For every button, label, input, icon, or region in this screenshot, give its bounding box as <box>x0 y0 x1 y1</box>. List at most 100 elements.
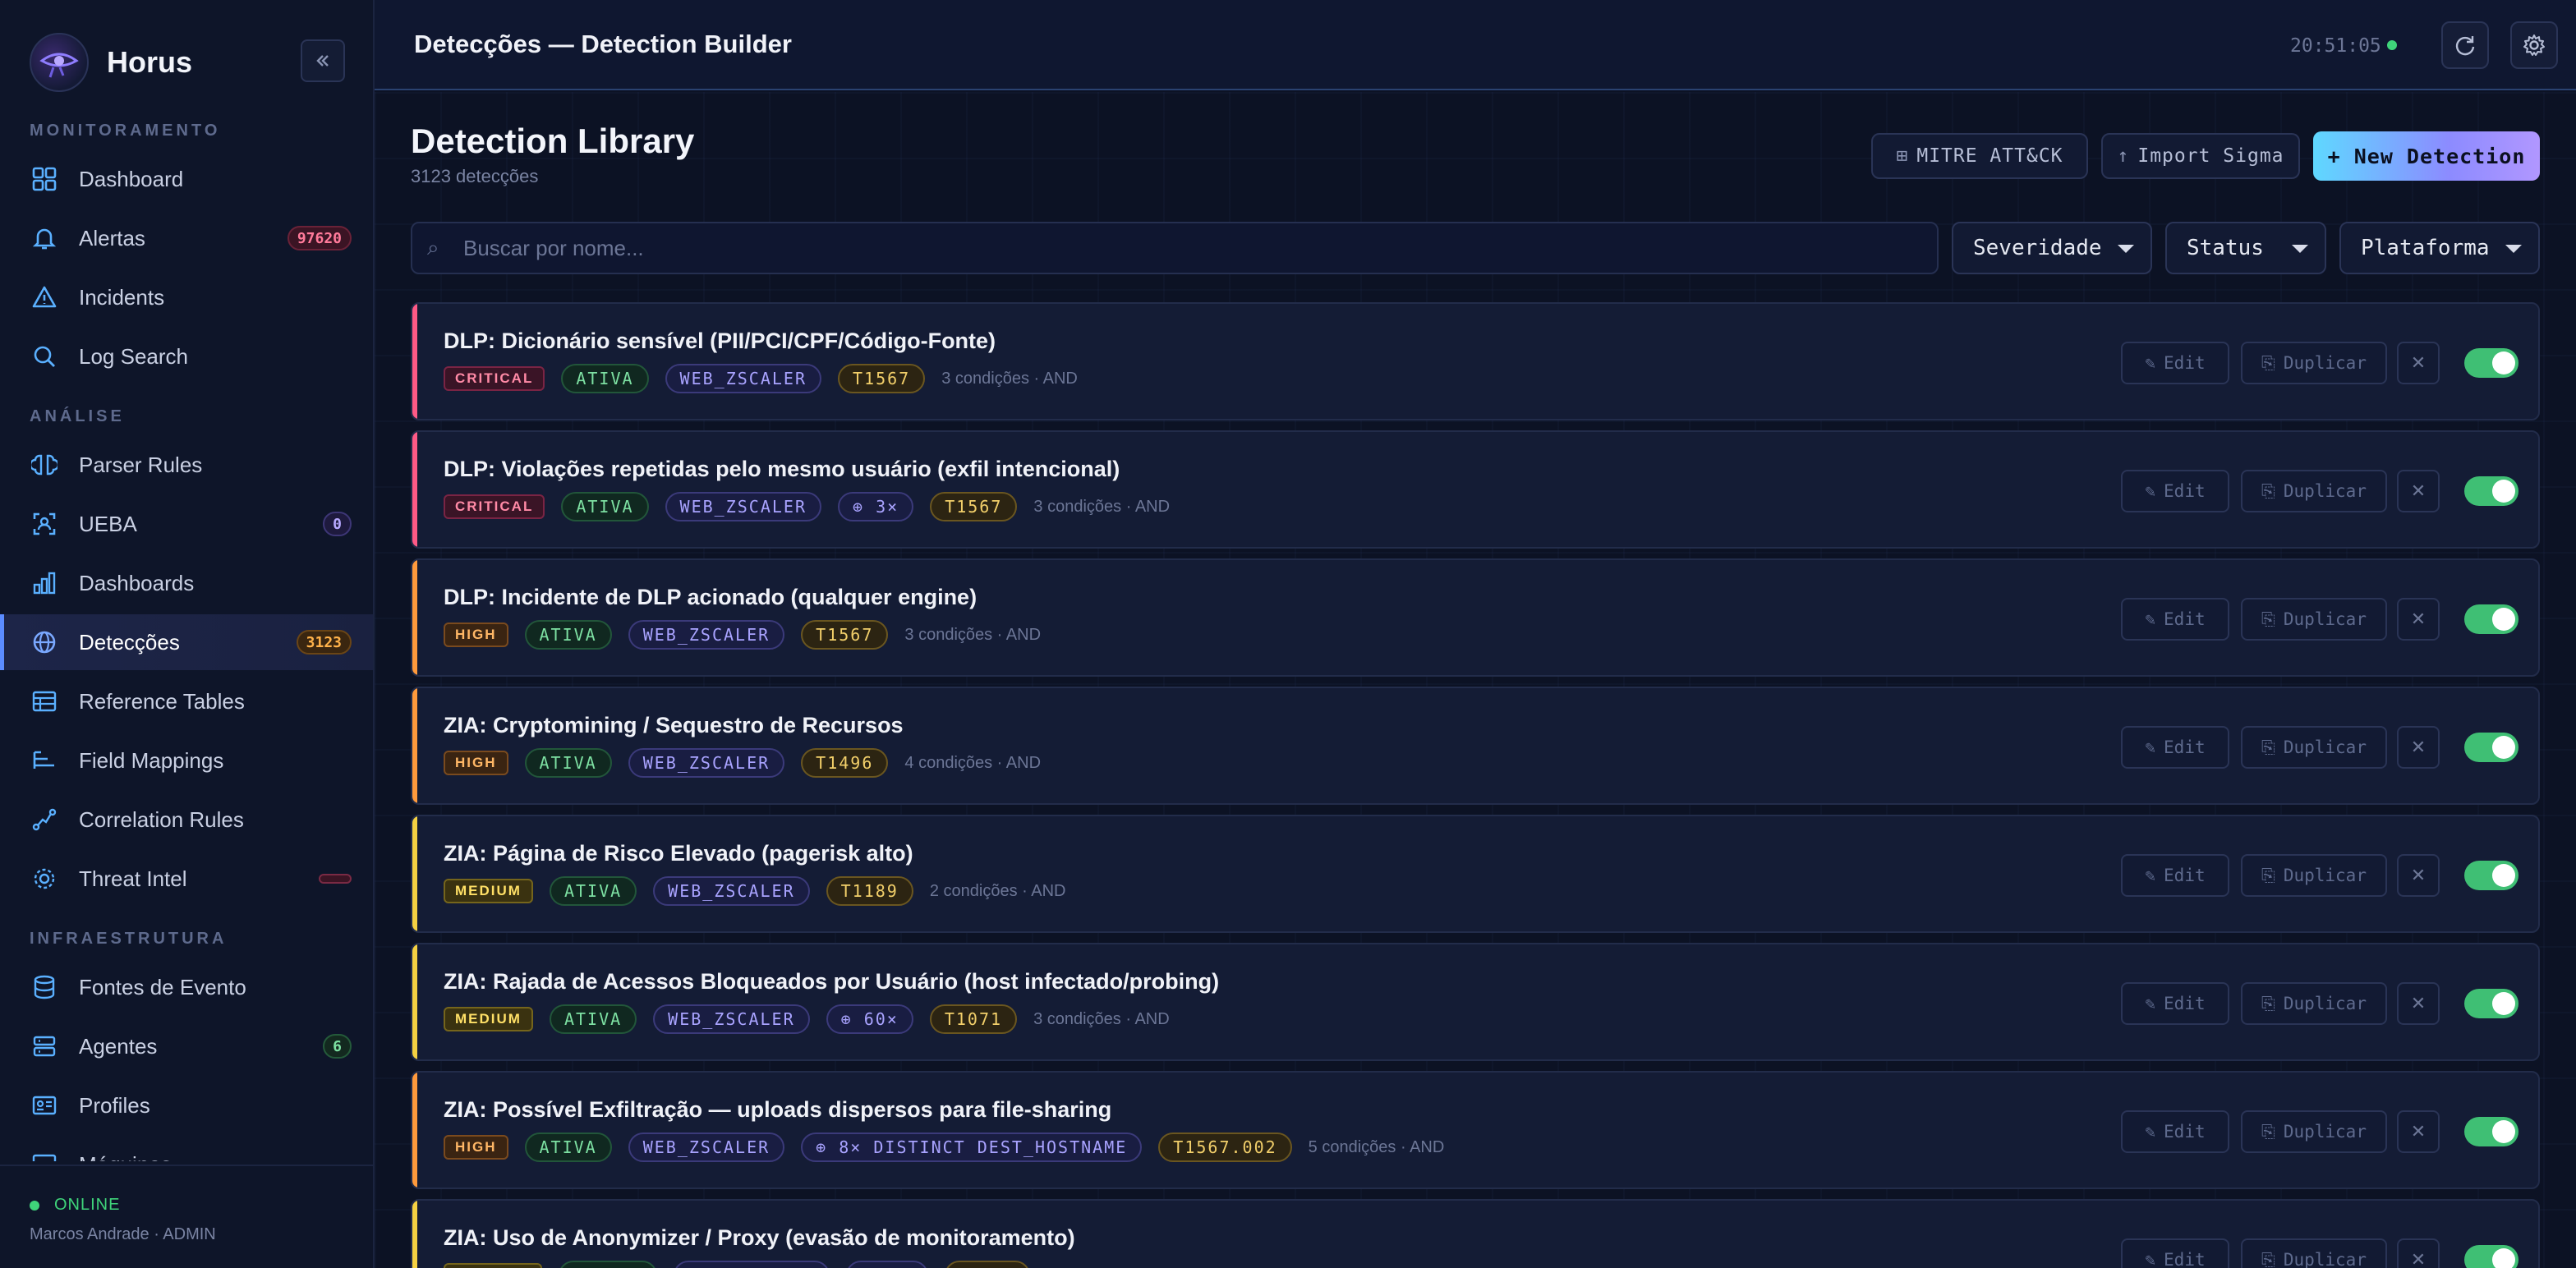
pencil-icon: ✎ <box>2145 481 2156 501</box>
detection-card[interactable]: ZIA: Possível Exfiltração — uploads disp… <box>411 1071 2540 1189</box>
sidebar-item-alertas[interactable]: Alertas 97620 <box>0 210 373 266</box>
source-tag: WEB_ZSCALER <box>653 876 810 906</box>
edit-button[interactable]: ✎ Edit <box>2121 854 2229 897</box>
enabled-toggle[interactable] <box>2464 348 2518 378</box>
detection-card[interactable]: DLP: Incidente de DLP acionado (qualquer… <box>411 558 2540 677</box>
detection-title[interactable]: DLP: Dicionário sensível (PII/PCI/CPF/Có… <box>444 328 996 354</box>
delete-button[interactable]: ✕ <box>2397 982 2440 1025</box>
detection-title[interactable]: ZIA: Rajada de Acessos Bloqueados por Us… <box>444 969 1219 995</box>
edit-button[interactable]: ✎ Edit <box>2121 470 2229 512</box>
enabled-toggle[interactable] <box>2464 1245 2518 1268</box>
sidebar-item-log-search[interactable]: Log Search <box>0 328 373 384</box>
sidebar-item-ueba[interactable]: UEBA 0 <box>0 496 373 552</box>
severity-accent <box>412 560 417 675</box>
detection-title[interactable]: ZIA: Página de Risco Elevado (pagerisk a… <box>444 841 913 866</box>
delete-button[interactable]: ✕ <box>2397 598 2440 641</box>
duplicate-button[interactable]: ⎘ Duplicar <box>2241 1110 2387 1153</box>
source-tag: WEB_ZSCALER <box>628 620 785 650</box>
detection-title[interactable]: ZIA: Possível Exfiltração — uploads disp… <box>444 1097 1111 1123</box>
detection-title[interactable]: DLP: Violações repetidas pelo mesmo usuá… <box>444 457 1120 482</box>
sidebar-item-label: Máquinas <box>79 1152 172 1162</box>
detection-card[interactable]: ZIA: Cryptomining / Sequestro de Recurso… <box>411 687 2540 805</box>
mitre-tag[interactable]: T1071 <box>929 1004 1018 1034</box>
current-user[interactable]: Marcos Andrade · ADMIN <box>30 1225 216 1244</box>
close-icon: ✕ <box>2410 352 2426 373</box>
detection-card[interactable]: DLP: Dicionário sensível (PII/PCI/CPF/Có… <box>411 302 2540 420</box>
duplicate-button[interactable]: ⎘ Duplicar <box>2241 1238 2387 1268</box>
sidebar-item-field-mappings[interactable]: Field Mappings <box>0 733 373 788</box>
duplicate-button[interactable]: ⎘ Duplicar <box>2241 470 2387 512</box>
mitre-attack-button[interactable]: ⊞ MITRE ATT&CK <box>1871 133 2088 179</box>
collapse-sidebar-button[interactable] <box>301 39 345 82</box>
detection-card[interactable]: ZIA: Uso de Anonymizer / Proxy (evasão d… <box>411 1199 2540 1268</box>
edit-button[interactable]: ✎ Edit <box>2121 1110 2229 1153</box>
detection-card[interactable]: ZIA: Rajada de Acessos Bloqueados por Us… <box>411 943 2540 1061</box>
mitre-tag[interactable]: T1567 <box>801 620 889 650</box>
sidebar-item-deteccoes[interactable]: Detecções 3123 <box>0 614 373 670</box>
mitre-tag[interactable]: T1567.002 <box>1158 1132 1292 1162</box>
search-input[interactable] <box>463 235 1925 261</box>
delete-button[interactable]: ✕ <box>2397 1238 2440 1268</box>
search-box[interactable]: ⌕ <box>411 222 1939 274</box>
sidebar: Horus MONITORAMENTO Dashboard Alertas 97… <box>0 0 375 1268</box>
sidebar-item-incidents[interactable]: Incidents <box>0 269 373 325</box>
sidebar-item-correlation-rules[interactable]: Correlation Rules <box>0 792 373 848</box>
enabled-toggle[interactable] <box>2464 604 2518 634</box>
sidebar-item-dashboard[interactable]: Dashboard <box>0 151 373 207</box>
sidebar-item-agentes[interactable]: Agentes 6 <box>0 1018 373 1074</box>
edit-button[interactable]: ✎ Edit <box>2121 342 2229 384</box>
source-tag: WEB_ZSCALER <box>665 364 821 393</box>
delete-button[interactable]: ✕ <box>2397 1110 2440 1153</box>
sidebar-item-dashboards[interactable]: Dashboards <box>0 555 373 611</box>
duplicate-button[interactable]: ⎘ Duplicar <box>2241 342 2387 384</box>
detection-card[interactable]: DLP: Violações repetidas pelo mesmo usuá… <box>411 430 2540 549</box>
threat-intel-badge <box>319 874 352 884</box>
enabled-toggle[interactable] <box>2464 861 2518 890</box>
duplicate-button[interactable]: ⎘ Duplicar <box>2241 854 2387 897</box>
enabled-toggle[interactable] <box>2464 989 2518 1018</box>
severity-accent <box>412 1201 417 1268</box>
mitre-tag[interactable]: T1496 <box>801 748 889 778</box>
mitre-tag[interactable]: T1189 <box>826 876 913 906</box>
edit-button[interactable]: ✎ Edit <box>2121 598 2229 641</box>
sidebar-item-reference-tables[interactable]: Reference Tables <box>0 673 373 729</box>
platform-filter[interactable]: Plataforma <box>2339 222 2540 274</box>
detection-title[interactable]: ZIA: Cryptomining / Sequestro de Recurso… <box>444 713 904 738</box>
edit-button[interactable]: ✎ Edit <box>2121 982 2229 1025</box>
delete-button[interactable]: ✕ <box>2397 726 2440 769</box>
import-sigma-button[interactable]: ↑ Import Sigma <box>2101 133 2300 179</box>
mitre-tag[interactable]: T1567 <box>838 364 926 393</box>
detection-title[interactable]: ZIA: Uso de Anonymizer / Proxy (evasão d… <box>444 1225 1075 1251</box>
duplicate-button[interactable]: ⎘ Duplicar <box>2241 598 2387 641</box>
sidebar-item-maquinas[interactable]: Máquinas <box>0 1137 373 1161</box>
top-bar: Detecções — Detection Builder 20:51:05 <box>375 0 2576 90</box>
sidebar-item-label: Log Search <box>79 343 188 369</box>
delete-button[interactable]: ✕ <box>2397 470 2440 512</box>
detection-count: 3123 detecções <box>411 166 539 186</box>
edit-button[interactable]: ✎ Edit <box>2121 726 2229 769</box>
pencil-icon: ✎ <box>2145 609 2156 629</box>
sidebar-item-parser-rules[interactable]: Parser Rules <box>0 437 373 493</box>
status-filter[interactable]: Status <box>2165 222 2326 274</box>
duplicate-button[interactable]: ⎘ Duplicar <box>2241 726 2387 769</box>
mitre-tag[interactable]: T1567 <box>930 492 1018 521</box>
delete-button[interactable]: ✕ <box>2397 854 2440 897</box>
delete-button[interactable]: ✕ <box>2397 342 2440 384</box>
new-detection-button[interactable]: + New Detection <box>2313 131 2540 181</box>
edit-button[interactable]: ✎ Edit <box>2121 1238 2229 1268</box>
enabled-toggle[interactable] <box>2464 476 2518 506</box>
settings-button[interactable] <box>2510 21 2558 69</box>
enabled-toggle[interactable] <box>2464 733 2518 762</box>
status-tag: ATIVA <box>524 620 612 650</box>
detection-card[interactable]: ZIA: Página de Risco Elevado (pagerisk a… <box>411 815 2540 933</box>
refresh-button[interactable] <box>2441 21 2489 69</box>
enabled-toggle[interactable] <box>2464 1117 2518 1146</box>
detection-title[interactable]: DLP: Incidente de DLP acionado (qualquer… <box>444 585 977 610</box>
severity-filter[interactable]: Severidade <box>1952 222 2152 274</box>
pencil-icon: ✎ <box>2145 1250 2156 1268</box>
duplicate-button[interactable]: ⎘ Duplicar <box>2241 982 2387 1025</box>
sidebar-item-profiles[interactable]: Profiles <box>0 1077 373 1133</box>
sidebar-item-threat-intel[interactable]: Threat Intel <box>0 851 373 907</box>
sidebar-item-fontes-de-evento[interactable]: Fontes de Evento <box>0 959 373 1015</box>
brand[interactable]: Horus <box>30 33 192 92</box>
